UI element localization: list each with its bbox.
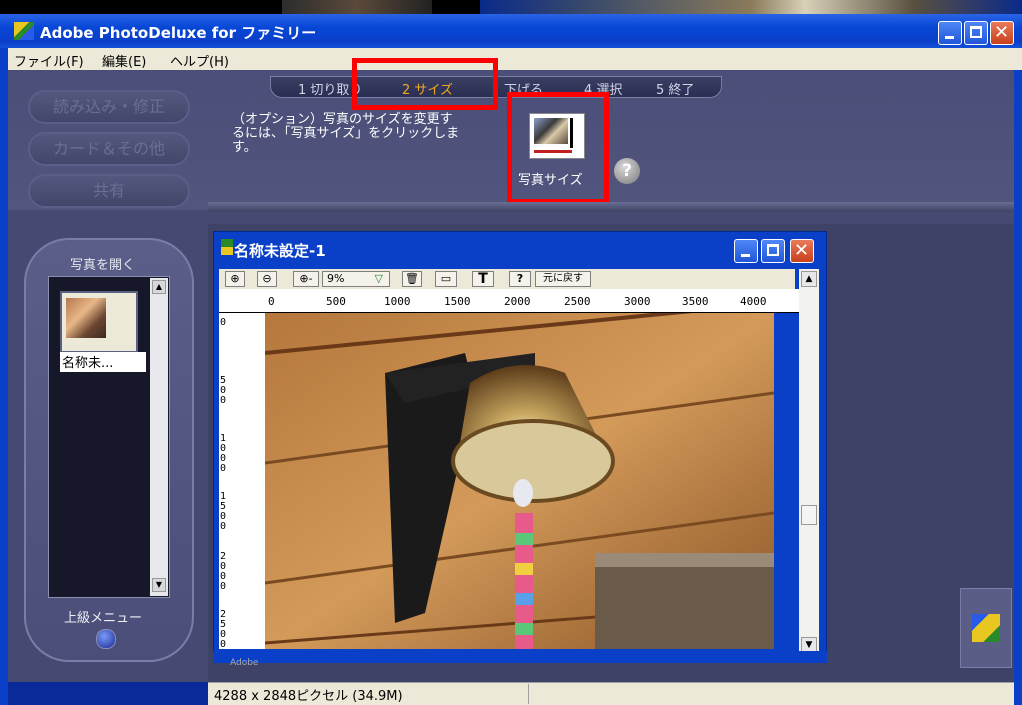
menu-help[interactable]: ヘルプ(H) <box>170 51 229 70</box>
zoom-select[interactable]: 9% ▽ <box>322 271 390 287</box>
photo-canvas[interactable] <box>265 313 774 649</box>
panel-divider <box>208 202 1014 212</box>
menu-bar <box>8 48 1022 70</box>
ruler-tick-label: 2000 <box>220 551 227 592</box>
zoom-fit-icon[interactable]: ⊕- <box>293 271 319 287</box>
window-frame-left <box>0 48 8 705</box>
vertical-ruler <box>219 313 265 649</box>
maximize-button[interactable] <box>964 21 988 45</box>
undo-button[interactable]: 元に戻す <box>535 271 591 287</box>
ruler-tick-label: 0 <box>220 317 227 328</box>
minimize-icon <box>741 254 750 257</box>
thumbnail-label: 名称未... <box>60 352 146 372</box>
step-tab-finish[interactable]: 5 終了 <box>656 79 694 98</box>
ruler-tick-label: 3000 <box>624 295 651 308</box>
step-description: （オプション）写真のサイズを変更するには、「写真サイズ」をクリックします。 <box>232 112 460 155</box>
zoom-value: 9% <box>327 272 345 285</box>
menu-edit[interactable]: 編集(E) <box>102 51 146 70</box>
scroll-up-icon[interactable]: ▲ <box>152 280 166 294</box>
ruler-tick-label: 1000 <box>384 295 411 308</box>
window-icon[interactable]: ▭ <box>435 271 457 287</box>
zoom-in-icon[interactable]: ⊕ <box>225 271 245 287</box>
scroll-down-icon[interactable]: ▼ <box>152 578 166 592</box>
side-tab-share[interactable]: 共有 <box>28 174 190 208</box>
adobe-tag: Adobe <box>230 658 259 668</box>
document-icon <box>221 239 233 255</box>
doc-minimize-button[interactable] <box>734 239 758 263</box>
document-bottom-frame <box>213 651 827 663</box>
close-icon: ✕ <box>794 240 810 261</box>
ruler-tick-label: 1000 <box>220 433 227 474</box>
bell-photo <box>265 313 774 649</box>
help-icon[interactable]: ? <box>614 158 640 184</box>
chevron-down-icon: ▽ <box>374 272 383 285</box>
help-tool-icon[interactable]: ? <box>509 271 531 287</box>
ruler-tick-label: 500 <box>326 295 346 308</box>
document-vertical-scrollbar[interactable]: ▲ ▼ <box>799 269 819 657</box>
side-tab-import-edit[interactable]: 読み込み・修正 <box>28 90 190 124</box>
ruler-tick-label: 2000 <box>504 295 531 308</box>
trash-icon[interactable]: 🗑 <box>402 271 422 287</box>
thumbnail-scrollbar[interactable]: ▲ ▼ <box>150 278 168 596</box>
ruler-tick-label: 0 <box>268 295 275 308</box>
thumbnail-image <box>66 298 106 338</box>
highlight-box-size-button <box>507 92 609 204</box>
maximize-icon <box>767 244 779 256</box>
advanced-menu-label: 上級メニュー <box>64 611 143 626</box>
side-tab-cards-other[interactable]: カード＆その他 <box>28 132 190 166</box>
ruler-tick-label: 4000 <box>740 295 767 308</box>
highlight-box-size-tab <box>352 58 498 110</box>
scroll-up-icon[interactable]: ▲ <box>801 271 817 287</box>
advanced-menu-button[interactable] <box>96 629 116 649</box>
menu-file[interactable]: ファイル(F) <box>14 51 84 70</box>
status-image-size: 4288 x 2848ピクセル (34.9M) <box>214 689 403 704</box>
scroll-thumb[interactable] <box>801 505 817 525</box>
minimize-button[interactable] <box>938 21 962 45</box>
minimize-icon <box>945 36 954 39</box>
maximize-icon <box>970 26 982 38</box>
document-title: 名称未設定-1 <box>234 242 326 260</box>
close-icon: ✕ <box>994 22 1010 43</box>
photo-tray-icon <box>972 614 1000 642</box>
ruler-tick-label: 500 <box>220 375 227 406</box>
window-frame-right <box>1014 48 1022 705</box>
ruler-tick-label: 1500 <box>220 491 227 532</box>
zoom-out-icon[interactable]: ⊖ <box>257 271 277 287</box>
text-tool-icon[interactable]: T <box>472 271 494 287</box>
window-title: Adobe PhotoDeluxe for ファミリー <box>40 24 317 42</box>
status-separator <box>528 684 529 704</box>
ruler-tick-label: 3500 <box>682 295 709 308</box>
doc-maximize-button[interactable] <box>761 239 785 263</box>
ruler-tick-label: 2500 <box>220 609 227 650</box>
close-button[interactable]: ✕ <box>990 21 1014 45</box>
ruler-tick-label: 2500 <box>564 295 591 308</box>
ruler-tick-label: 1500 <box>444 295 471 308</box>
app-icon <box>14 22 34 40</box>
doc-close-button[interactable]: ✕ <box>790 239 814 263</box>
open-photo-title: 写真を開く <box>70 258 136 273</box>
